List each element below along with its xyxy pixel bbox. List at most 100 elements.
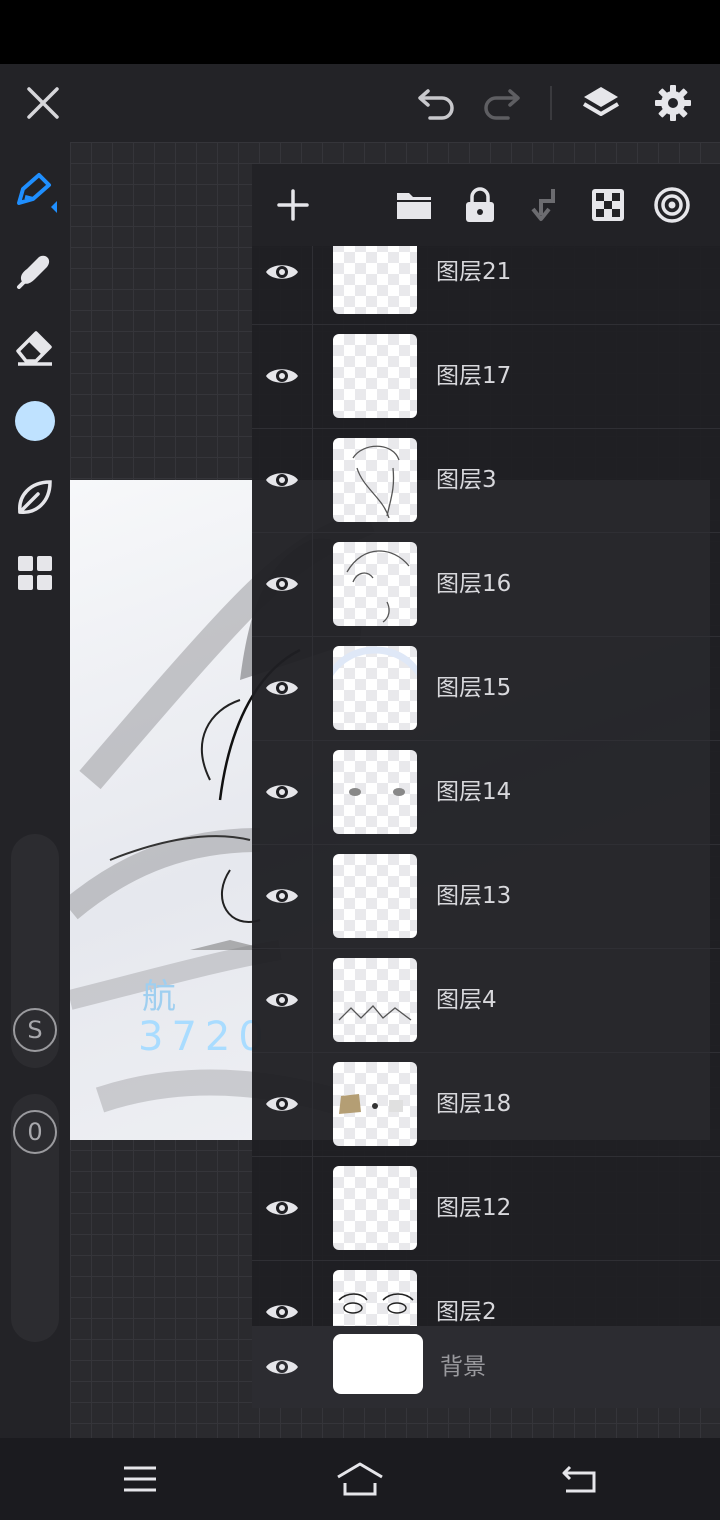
visibility-toggle[interactable]	[252, 428, 313, 532]
watermark-line1: 航	[142, 977, 176, 1017]
top-toolbar	[0, 64, 720, 142]
visibility-toggle[interactable]	[252, 1326, 312, 1408]
visibility-toggle[interactable]	[252, 636, 313, 740]
visibility-toggle[interactable]	[252, 246, 313, 324]
back-icon	[562, 1465, 596, 1493]
home-nav-button[interactable]	[330, 1454, 390, 1504]
eye-icon	[266, 473, 298, 487]
current-color-swatch	[15, 401, 55, 441]
layer-name: 图层21	[436, 259, 512, 285]
thumbnail-sketch	[339, 1094, 403, 1114]
toolbar-divider	[550, 86, 552, 120]
brush-tool[interactable]	[10, 166, 60, 216]
close-button[interactable]	[18, 78, 68, 128]
visibility-toggle[interactable]	[252, 948, 313, 1052]
smudge-tool[interactable]	[10, 244, 60, 294]
layers-button[interactable]	[576, 78, 626, 128]
layer-row[interactable]: 图层21	[252, 246, 720, 325]
layer-row[interactable]: 图层17	[252, 324, 720, 429]
opacity-slider-badge[interactable]: 0	[13, 1110, 57, 1154]
layer-thumbnail	[333, 646, 417, 730]
eraser-icon	[16, 331, 52, 366]
reference-layer-button[interactable]	[647, 180, 697, 230]
visibility-toggle[interactable]	[252, 740, 313, 844]
visibility-toggle[interactable]	[252, 1052, 313, 1156]
add-layer-button[interactable]	[268, 180, 318, 230]
smudge-icon	[17, 255, 50, 289]
grid-icon	[18, 556, 52, 590]
layer-thumbnail	[333, 246, 417, 314]
folder-icon	[397, 193, 431, 219]
menu-nav-button[interactable]	[110, 1454, 170, 1504]
checker-icon	[592, 189, 624, 221]
visibility-toggle[interactable]	[252, 844, 313, 948]
visibility-toggle[interactable]	[252, 1156, 313, 1260]
layer-thumbnail	[333, 542, 417, 626]
lock-icon	[466, 187, 494, 222]
redo-button[interactable]	[476, 78, 526, 128]
layers-toolbar	[252, 164, 720, 246]
size-slider-badge[interactable]: S	[13, 1008, 57, 1052]
layer-row[interactable]: 图层3	[252, 428, 720, 533]
blend-tool[interactable]	[10, 472, 60, 522]
settings-button[interactable]	[648, 78, 698, 128]
layer-name: 图层14	[436, 779, 512, 805]
gallery-tool[interactable]	[10, 548, 60, 598]
color-picker[interactable]	[10, 396, 60, 446]
eye-icon	[266, 681, 298, 695]
back-nav-button[interactable]	[550, 1454, 610, 1504]
background-thumbnail	[333, 1334, 423, 1394]
background-layer-name: 背景	[440, 1354, 486, 1380]
layer-row[interactable]: 图层12	[252, 1156, 720, 1261]
visibility-toggle[interactable]	[252, 532, 313, 636]
eye-icon	[266, 889, 298, 903]
app-screen: 航 3720 S 0 图层21 图层17 图层3 图层16 图层15 图层14 …	[0, 0, 720, 1520]
transparency-lock-button[interactable]	[583, 180, 633, 230]
layer-name: 图层17	[436, 363, 512, 389]
layer-row[interactable]: 图层14	[252, 740, 720, 845]
leaf-icon	[18, 480, 52, 514]
merge-down-button[interactable]	[519, 180, 569, 230]
layer-row[interactable]: 图层18	[252, 1052, 720, 1157]
thumbnail-sketch	[338, 1005, 412, 1021]
new-folder-button[interactable]	[389, 180, 439, 230]
eye-icon	[266, 1097, 298, 1111]
background-layer-row[interactable]: 背景	[252, 1326, 720, 1408]
layer-thumbnail	[333, 750, 417, 834]
layer-name: 图层13	[436, 883, 512, 909]
layers-icon	[582, 87, 620, 116]
eye-icon	[266, 993, 298, 1007]
thumbnail-sketch	[338, 1293, 414, 1314]
layer-thumbnail	[333, 854, 417, 938]
thumbnail-sketch	[349, 788, 405, 796]
brush-icon	[17, 173, 57, 213]
gear-icon	[655, 85, 691, 121]
layer-thumbnail	[333, 1166, 417, 1250]
undo-button[interactable]	[412, 78, 462, 128]
eraser-tool[interactable]	[10, 322, 60, 372]
visibility-toggle[interactable]	[252, 324, 313, 428]
thumbnail-sketch	[352, 445, 400, 519]
layer-list: 图层21 图层17 图层3 图层16 图层15 图层14 图层13 图层4 图层…	[252, 246, 720, 1326]
layer-row[interactable]: 图层2	[252, 1260, 720, 1326]
layers-panel: 图层21 图层17 图层3 图层16 图层15 图层14 图层13 图层4 图层…	[252, 164, 720, 1408]
layer-row[interactable]: 图层15	[252, 636, 720, 741]
lock-layer-button[interactable]	[455, 180, 505, 230]
layer-row[interactable]: 图层4	[252, 948, 720, 1053]
eye-icon	[266, 785, 298, 799]
layer-thumbnail	[333, 1062, 417, 1146]
target-icon	[654, 187, 690, 223]
merge-down-icon	[531, 189, 555, 221]
plus-icon	[277, 189, 309, 221]
layer-thumbnail	[333, 958, 417, 1042]
layer-name: 图层18	[436, 1091, 512, 1117]
system-nav-bar	[0, 1438, 720, 1520]
thumbnail-sketch	[333, 646, 417, 676]
status-bar	[0, 0, 720, 64]
menu-icon	[124, 1466, 156, 1492]
layer-row[interactable]: 图层13	[252, 844, 720, 949]
visibility-toggle[interactable]	[252, 1260, 313, 1326]
layer-row[interactable]: 图层16	[252, 532, 720, 637]
layer-thumbnail	[333, 1270, 417, 1326]
eye-icon	[266, 1201, 298, 1215]
